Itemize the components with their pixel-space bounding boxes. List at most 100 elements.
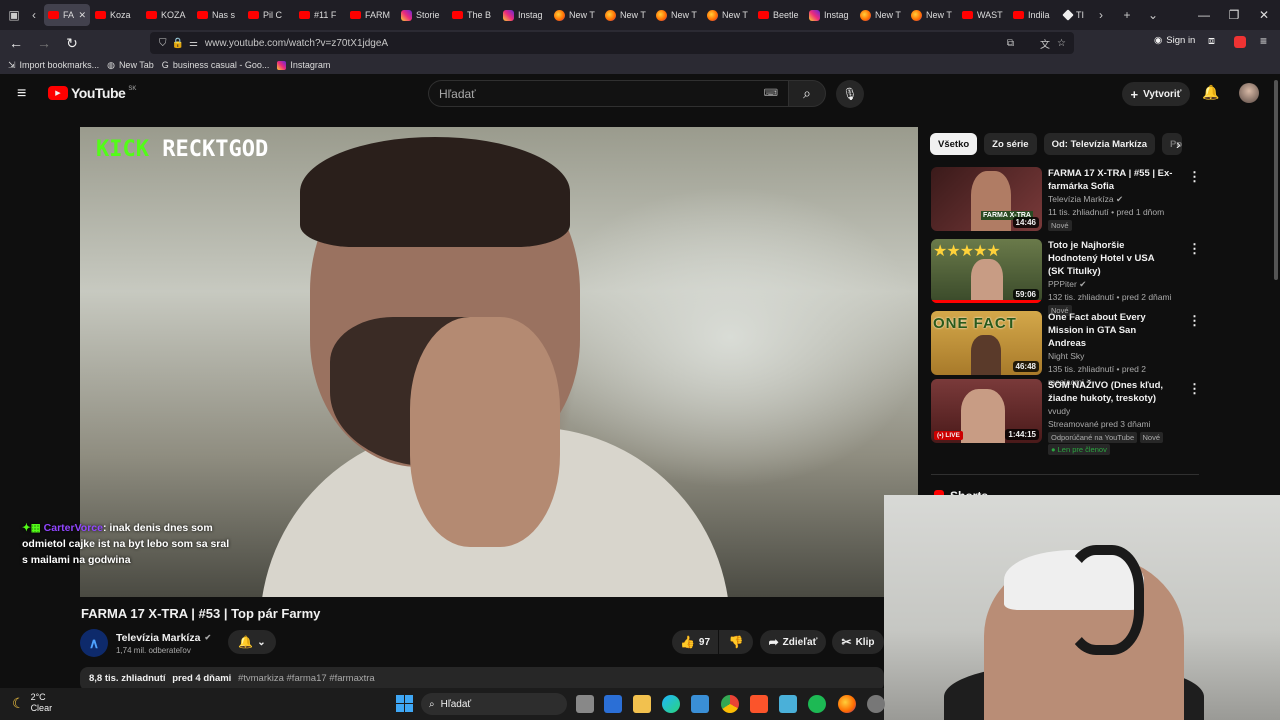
video-thumbnail[interactable]: FARMA X-TRA 14:46 <box>931 167 1042 231</box>
browser-tab[interactable]: New T <box>601 4 651 26</box>
hamburger-menu-icon[interactable]: ≡ <box>17 85 26 103</box>
firefox-icon[interactable] <box>838 695 856 713</box>
chip-series[interactable]: Zo série <box>984 133 1037 155</box>
new-tab-icon[interactable]: + <box>1117 4 1137 26</box>
bookmark-new-tab[interactable]: ◍ New Tab <box>107 60 154 71</box>
notifications-icon[interactable]: 🔔 <box>1202 84 1219 101</box>
close-window-icon[interactable]: ✕ <box>1248 0 1280 30</box>
address-bar[interactable]: ⛉ 🔒 ⚌ www.youtube.com/watch?v=z70tX1jdge… <box>150 32 1074 54</box>
file-explorer-icon[interactable] <box>633 695 651 713</box>
extensions-icon[interactable]: ⧈ <box>1208 35 1215 48</box>
browser-tab[interactable]: Instag <box>499 4 549 26</box>
browser-tab[interactable]: Indila <box>1009 4 1059 26</box>
browser-tab[interactable]: WAST <box>958 4 1008 26</box>
lock-icon[interactable]: 🔒 <box>172 38 184 49</box>
browser-tab[interactable]: New T <box>856 4 906 26</box>
forward-button[interactable]: → <box>32 31 56 55</box>
avatar[interactable] <box>1239 83 1259 103</box>
channel-avatar[interactable]: ∧ <box>80 629 108 657</box>
browser-tab[interactable]: KOZA <box>142 4 192 26</box>
keyboard-icon[interactable]: ⌨ <box>764 88 778 99</box>
weather-widget[interactable]: ☾ 2°C Clear <box>12 692 52 714</box>
chips-next-icon[interactable]: › <box>1176 136 1181 152</box>
recommendation-title[interactable]: SOM NAŽIVO (Dnes kľud, žiadne hukoty, tr… <box>1048 379 1173 405</box>
translate-icon[interactable]: 文 <box>1040 36 1050 51</box>
task-view-icon[interactable] <box>576 695 594 713</box>
picture-in-picture-icon[interactable]: ⧉ <box>1007 38 1014 49</box>
settings-icon[interactable] <box>867 695 885 713</box>
url-text[interactable]: www.youtube.com/watch?v=z70tX1jdgeA <box>205 38 388 49</box>
store-icon[interactable] <box>604 695 622 713</box>
recommendation-title[interactable]: One Fact about Every Mission in GTA San … <box>1048 311 1173 350</box>
recommendation-item[interactable]: (•) LIVE 1:44:15 SOM NAŽIVO (Dnes kľud, … <box>931 379 1201 459</box>
chrome-icon[interactable] <box>721 695 739 713</box>
bookmark-google[interactable]: Gbusiness casual - Goo... <box>162 60 270 70</box>
subscribe-bell-button[interactable]: 🔔 ⌄ <box>228 630 276 654</box>
reload-button[interactable]: ↻ <box>60 31 84 55</box>
bookmark-star-icon[interactable]: ☆ <box>1057 38 1066 49</box>
video-thumbnail[interactable]: (•) LIVE 1:44:15 <box>931 379 1042 443</box>
browser-tab[interactable]: New T <box>703 4 753 26</box>
close-tab-icon[interactable]: ✕ <box>78 10 86 21</box>
shield-icon[interactable]: ⛉ <box>159 38 167 49</box>
browser-tab[interactable]: Koza <box>91 4 141 26</box>
account-button[interactable]: ◉ Sign in <box>1154 35 1195 46</box>
edge-icon[interactable] <box>662 695 680 713</box>
browser-tab[interactable]: Instag <box>805 4 855 26</box>
create-button[interactable]: + Vytvoriť <box>1122 82 1190 106</box>
recommendation-title[interactable]: Toto je Najhoršie Hodnotený Hotel v USA … <box>1048 239 1173 278</box>
more-options-icon[interactable]: ⋮ <box>1188 169 1201 185</box>
taskbar-search[interactable]: ⌕ Hľadať <box>421 693 567 715</box>
video-thumbnail[interactable]: ONE FACT 46:48 <box>931 311 1042 375</box>
scroll-tabs-left-icon[interactable]: ‹ <box>24 4 44 26</box>
spotify-icon[interactable] <box>808 695 826 713</box>
permissions-icon[interactable]: ⚌ <box>189 38 198 49</box>
page-scrollbar[interactable] <box>1274 80 1278 280</box>
clip-button[interactable]: ✂ Klip <box>832 630 884 654</box>
browser-tab[interactable]: Nas s <box>193 4 243 26</box>
recommendation-item[interactable]: FARMA X-TRA 14:46 FARMA 17 X-TRA | #55 |… <box>931 167 1201 231</box>
browser-tab[interactable]: Pil C <box>244 4 294 26</box>
browser-tab[interactable]: The B <box>448 4 498 26</box>
browser-tab[interactable]: FARM <box>346 4 396 26</box>
back-button[interactable]: ← <box>4 31 28 55</box>
scroll-tabs-right-icon[interactable]: › <box>1091 4 1111 26</box>
voice-search-button[interactable]: 🎙 <box>836 80 864 108</box>
share-button[interactable]: ➦ Zdieľať <box>760 630 826 654</box>
browser-tab[interactable]: New T <box>907 4 957 26</box>
photos-icon[interactable] <box>691 695 709 713</box>
browser-tab[interactable]: Beetle <box>754 4 804 26</box>
search-button[interactable]: ⌕ <box>788 80 826 107</box>
bookmark-import[interactable]: ⇲ Import bookmarks... <box>8 60 99 71</box>
more-options-icon[interactable]: ⋮ <box>1188 313 1201 329</box>
notepad-icon[interactable] <box>779 695 797 713</box>
browser-tab[interactable]: New T <box>550 4 600 26</box>
video-thumbnail[interactable]: ★★★★★ 59:06 <box>931 239 1042 303</box>
tab-list-icon[interactable]: ▣ <box>4 4 24 26</box>
browser-tab[interactable]: FA ✕ <box>44 4 90 26</box>
chip-channel[interactable]: Od: Televízia Markíza <box>1043 133 1155 155</box>
dislike-button[interactable]: 👎 <box>719 630 753 654</box>
start-button[interactable] <box>396 695 413 712</box>
more-options-icon[interactable]: ⋮ <box>1188 381 1201 397</box>
browser-tab[interactable]: New T <box>652 4 702 26</box>
tab-overflow-chevron-icon[interactable]: ⌄ <box>1143 4 1163 26</box>
browser-tab[interactable]: Storie <box>397 4 447 26</box>
recommendation-title[interactable]: FARMA 17 X-TRA | #55 | Ex-farmárka Sofia <box>1048 167 1173 193</box>
like-button[interactable]: 👍 97 <box>672 630 718 654</box>
recommendation-item[interactable]: ★★★★★ 59:06 Toto je Najhoršie Hodnotený … <box>931 239 1201 316</box>
channel-name[interactable]: Televízia Markíza <box>116 632 200 644</box>
minimize-icon[interactable]: — <box>1188 0 1220 30</box>
menu-icon[interactable]: ≡ <box>1260 34 1267 48</box>
more-options-icon[interactable]: ⋮ <box>1188 241 1201 257</box>
chip-all[interactable]: Všetko <box>930 133 978 155</box>
recommendation-item[interactable]: ONE FACT 46:48 One Fact about Every Miss… <box>931 311 1201 387</box>
extension-badge-icon[interactable] <box>1234 36 1246 48</box>
browser-tab[interactable]: TI <box>1060 4 1090 26</box>
browser-tab[interactable]: #11 F <box>295 4 345 26</box>
youtube-logo[interactable]: ▶ YouTube SK <box>48 85 136 101</box>
restore-icon[interactable]: ❐ <box>1218 0 1250 30</box>
hashtags[interactable]: #tvmarkiza #farma17 #farmaxtra <box>238 673 375 684</box>
bookmark-instagram[interactable]: Instagram <box>277 60 330 70</box>
search-input[interactable]: Hľadať ⌨ <box>428 80 788 107</box>
